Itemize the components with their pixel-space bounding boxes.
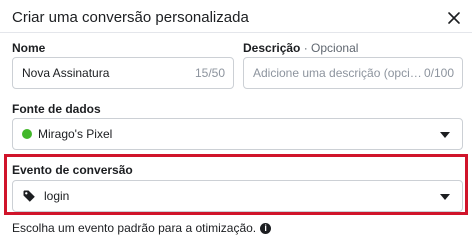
header-divider (0, 32, 472, 33)
name-input-value: Nova Assinatura (22, 66, 110, 80)
description-placeholder: Adicione uma descrição (opcio... (253, 66, 424, 80)
description-label: Descrição · Opcional (243, 41, 359, 55)
info-icon[interactable]: i (260, 222, 272, 234)
name-char-counter: 15/50 (194, 66, 225, 80)
optional-label: · Opcional (303, 41, 359, 55)
tag-icon (23, 190, 35, 202)
dialog-header: Criar uma conversão personalizada (12, 8, 472, 32)
helper-text-row: Escolha um evento padrão para a otimizaç… (12, 221, 272, 235)
data-source-value: Mirago's Pixel (38, 127, 113, 141)
chevron-down-icon (440, 194, 450, 200)
helper-text: Escolha um evento padrão para a otimizaç… (12, 221, 257, 235)
data-source-label: Fonte de dados (12, 102, 101, 116)
description-char-counter: 0/100 (423, 66, 454, 80)
name-label: Nome (12, 41, 46, 55)
dialog-title: Criar uma conversão personalizada (12, 9, 249, 26)
status-dot-icon (22, 129, 32, 139)
conversion-event-label: Evento de conversão (12, 163, 133, 177)
close-icon[interactable] (446, 10, 462, 26)
description-input[interactable]: Adicione uma descrição (opcio... 0/100 (243, 57, 463, 89)
data-source-select[interactable]: Mirago's Pixel (12, 118, 463, 150)
custom-conversion-dialog: Criar uma conversão personalizada Nome N… (0, 0, 472, 235)
conversion-event-value: login (44, 189, 70, 203)
conversion-event-select[interactable]: login (12, 180, 463, 212)
name-input[interactable]: Nova Assinatura 15/50 (12, 57, 234, 89)
chevron-down-icon (440, 132, 450, 138)
